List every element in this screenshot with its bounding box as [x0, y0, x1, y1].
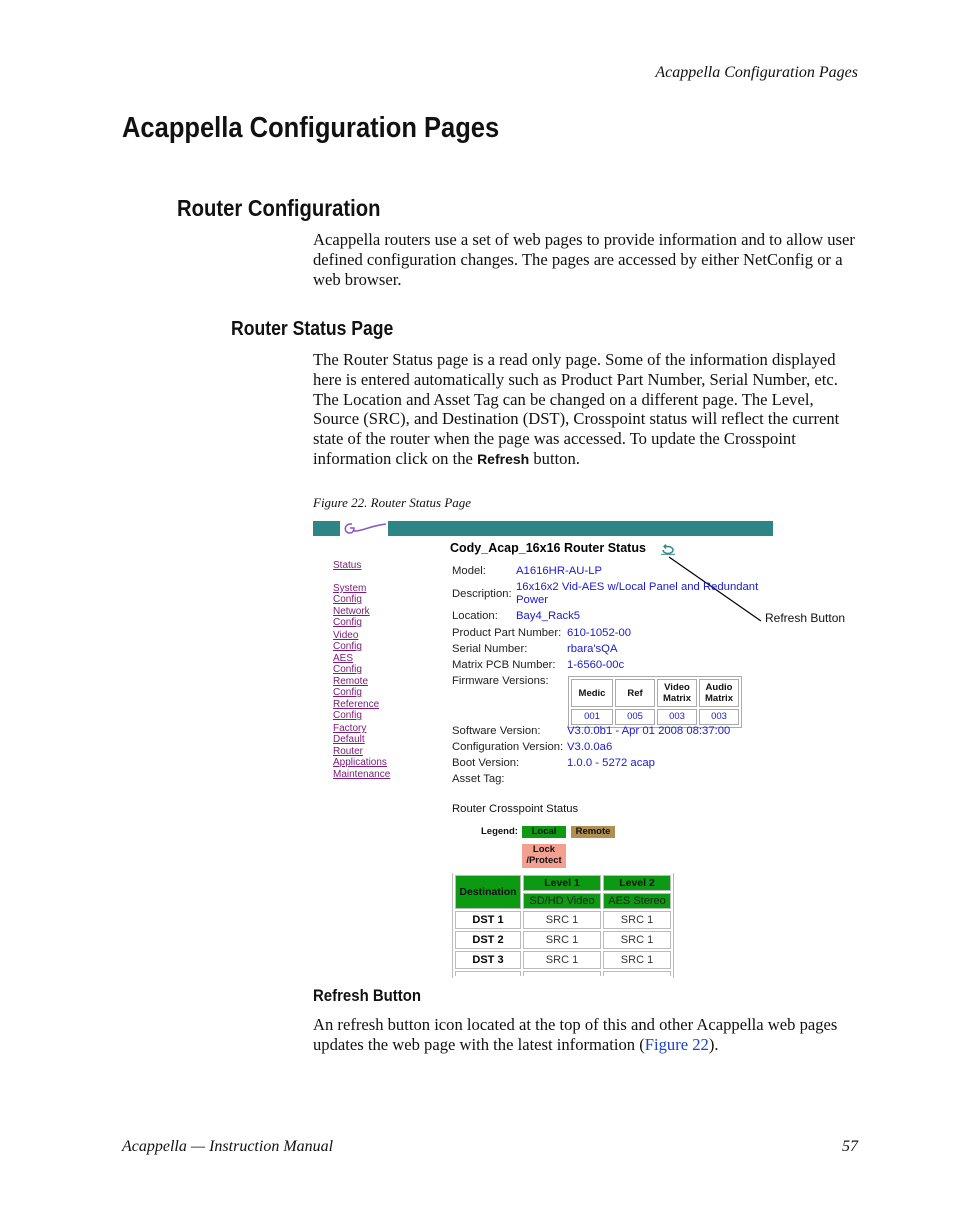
figure-caption: Figure 22. Router Status Page: [313, 495, 472, 510]
fw-value: 001: [571, 709, 613, 725]
legend-remote: Remote: [571, 826, 615, 838]
description-value-line2: Power: [516, 594, 549, 606]
figure-22-link[interactable]: Figure 22: [645, 1035, 709, 1054]
dst-cell: DST 1: [455, 911, 521, 929]
nav-maintenance[interactable]: Maintenance: [333, 769, 390, 780]
model-label: Model:: [452, 565, 486, 577]
level-header: Level 1: [523, 875, 601, 891]
src-cell: SRC 1: [603, 911, 671, 929]
fw-value: 005: [615, 709, 655, 725]
grass-valley-logo: [340, 520, 388, 537]
src-cell: SRC 1: [523, 911, 601, 929]
callout-label: Refresh Button: [765, 611, 846, 625]
page-title: Acappella Configuration Pages: [122, 112, 500, 144]
nav-remote-config[interactable]: Remote Config: [333, 676, 368, 698]
description-value-line1: 16x16x2 Vid-AES w/Local Panel and Redund…: [516, 581, 759, 593]
page-number: 57: [842, 1138, 858, 1155]
fw-header: Medic: [571, 679, 613, 707]
asset-tag-label: Asset Tag:: [452, 773, 505, 785]
software-version-label: Software Version:: [452, 725, 541, 737]
pcb-number-value: 1-6560-00c: [567, 659, 625, 671]
crosspoint-table: Destination Level 1 Level 2 SD/HD Video …: [452, 873, 674, 978]
nav-router-applications[interactable]: Router Applications: [333, 746, 387, 768]
boot-version-label: Boot Version:: [452, 757, 520, 769]
part-number-value: 610-1052-00: [567, 627, 632, 639]
fw-value: 003: [657, 709, 697, 725]
software-version-value: V3.0.0b1 - Apr 01 2008 08:37:00: [567, 725, 731, 737]
level-header: Level 2: [603, 875, 671, 891]
body-text: An refresh button icon located at the to…: [313, 1015, 838, 1054]
config-version-value: V3.0.0a6: [567, 741, 613, 753]
subsection-body: The Router Status page is a read only pa…: [313, 350, 863, 470]
table-cutoff: [523, 971, 601, 976]
src-cell: SRC 1: [523, 931, 601, 949]
refresh-section-body: An refresh button icon located at the to…: [313, 1015, 863, 1055]
section-intro: Acappella routers use a set of web pages…: [313, 230, 855, 289]
description-label: Description:: [452, 588, 512, 600]
body-text-end: button.: [533, 448, 580, 468]
crosspoint-title: Router Crosspoint Status: [452, 803, 579, 815]
src-cell: SRC 1: [603, 931, 671, 949]
src-cell: SRC 1: [603, 951, 671, 969]
model-value: A1616HR-AU-LP: [516, 565, 603, 577]
destination-header: Destination: [455, 875, 521, 909]
fw-header: Video Matrix: [657, 679, 697, 707]
legend-local: Local: [522, 826, 566, 838]
section-heading: Router Configuration: [177, 195, 381, 221]
table-cutoff: [603, 971, 671, 976]
running-head: Acappella Configuration Pages: [655, 64, 858, 81]
refresh-icon[interactable]: [660, 542, 676, 555]
dst-cell: DST 3: [455, 951, 521, 969]
router-status-title: Cody_Acap_16x16 Router Status: [450, 541, 646, 555]
nav-video-config[interactable]: Video Config: [333, 630, 362, 652]
fw-value: 003: [699, 709, 739, 725]
table-row: DST 2 SRC 1 SRC 1: [455, 931, 671, 949]
nav-aes-config[interactable]: AES Config: [333, 653, 362, 675]
legend-lock-protect: Lock /Protect: [522, 844, 566, 868]
dst-cell: DST 2: [455, 931, 521, 949]
nav-factory-default[interactable]: Factory Default: [333, 723, 366, 745]
refresh-ui-reference: Refresh: [477, 450, 530, 467]
level-type: SD/HD Video: [523, 893, 601, 909]
refresh-button-heading: Refresh Button: [313, 986, 422, 1005]
fw-header: Ref: [615, 679, 655, 707]
serial-number-value: rbara'sQA: [567, 643, 618, 655]
nav-reference-config[interactable]: Reference Config: [333, 699, 379, 721]
firmware-label: Firmware Versions:: [452, 675, 549, 687]
serial-number-label: Serial Number:: [452, 643, 528, 655]
nav-status[interactable]: Status: [333, 560, 361, 571]
body-text-end: ).: [708, 1034, 719, 1054]
level-type: AES Stereo: [603, 893, 671, 909]
legend-label: Legend:: [481, 826, 518, 837]
fw-header: Audio Matrix: [699, 679, 739, 707]
config-version-label: Configuration Version:: [452, 741, 564, 753]
pcb-number-label: Matrix PCB Number:: [452, 659, 556, 671]
nav-network-config[interactable]: Network Config: [333, 606, 370, 628]
boot-version-value: 1.0.0 - 5272 acap: [567, 757, 655, 769]
src-cell: SRC 1: [523, 951, 601, 969]
firmware-table: Medic Ref Video Matrix Audio Matrix 001 …: [568, 676, 742, 728]
part-number-label: Product Part Number:: [452, 627, 562, 639]
footer-title: Acappella — Instruction Manual: [122, 1138, 334, 1155]
nav-system-config[interactable]: System Config: [333, 583, 366, 605]
location-label: Location:: [452, 610, 498, 622]
table-cutoff: [455, 971, 521, 976]
location-value: Bay4_Rack5: [516, 610, 581, 622]
table-row: DST 1 SRC 1 SRC 1: [455, 911, 671, 929]
subsection-heading: Router Status Page: [231, 318, 394, 340]
table-row: DST 3 SRC 1 SRC 1: [455, 951, 671, 969]
